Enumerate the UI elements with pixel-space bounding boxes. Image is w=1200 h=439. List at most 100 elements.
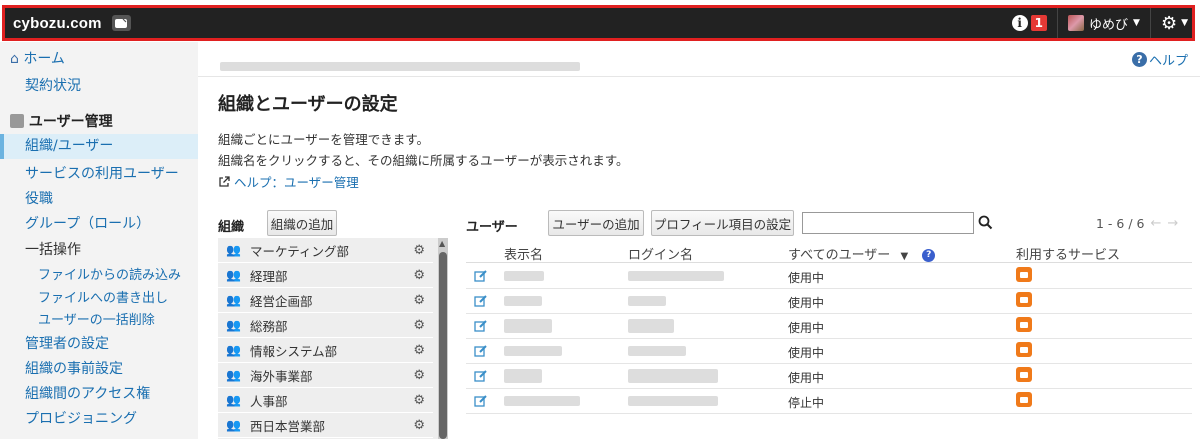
brand-logo[interactable]: cybozu.com <box>13 15 102 32</box>
sidebar-item-org-users[interactable]: 組織/ユーザー <box>0 134 198 159</box>
notification-badge[interactable]: 1 <box>1030 15 1047 31</box>
gear-icon[interactable]: ⚙ <box>413 393 425 408</box>
avatar[interactable] <box>1068 15 1084 31</box>
search-input[interactable] <box>802 212 974 234</box>
org-row[interactable]: 👥 経営企画部 ⚙ <box>218 288 433 313</box>
org-row[interactable]: 👥 西日本営業部 ⚙ <box>218 413 433 438</box>
edit-icon[interactable] <box>474 269 488 283</box>
sidebar-item-import[interactable]: ファイルからの読み込み <box>0 264 198 283</box>
description-line-2: 組織名をクリックすると、その組織に所属するユーザーが表示されます。 <box>218 153 629 168</box>
org-list: 👥 マーケティング部 ⚙ 👥 経理部 ⚙ 👥 経営企画部 ⚙ 👥 総務部 ⚙ 👥 情報システム部 ⚙… <box>218 238 448 439</box>
user-status: 使用中 <box>788 346 825 360</box>
prev-page-icon[interactable]: ← <box>1150 216 1161 231</box>
sidebar-item-roles[interactable]: 役職 <box>0 188 198 208</box>
service-icon <box>1016 342 1032 357</box>
org-row[interactable]: 👥 マーケティング部 ⚙ <box>218 238 433 263</box>
user-menu-name[interactable]: ゆめび <box>1089 14 1128 33</box>
gear-icon[interactable]: ⚙ <box>413 368 425 383</box>
sidebar-item-contract[interactable]: 契約状況 <box>0 75 198 95</box>
gear-icon[interactable]: ⚙ <box>1161 13 1177 34</box>
divider <box>1149 8 1151 38</box>
edit-icon[interactable] <box>474 319 488 333</box>
table-row[interactable]: 停止中 <box>466 389 1192 414</box>
org-row[interactable]: 👥 人事部 ⚙ <box>218 388 433 413</box>
org-row[interactable]: 👥 情報システム部 ⚙ <box>218 338 433 363</box>
user-status: 使用中 <box>788 271 825 285</box>
sidebar-item-label: ホーム <box>23 51 65 67</box>
gear-icon[interactable]: ⚙ <box>413 243 425 258</box>
scrollbar-thumb[interactable] <box>439 252 447 439</box>
search-icon[interactable] <box>978 215 993 230</box>
gear-icon[interactable]: ⚙ <box>413 418 425 433</box>
section-title: ユーザー管理 <box>28 114 113 130</box>
users-icon: 👥 <box>226 293 241 307</box>
next-page-icon[interactable]: → <box>1167 216 1178 231</box>
user-status: 使用中 <box>788 371 825 385</box>
org-name[interactable]: 海外事業部 <box>250 366 313 385</box>
sidebar-item-org-presets[interactable]: 組織の事前設定 <box>0 358 198 378</box>
sidebar-item-home[interactable]: ⌂ ホーム <box>10 48 208 68</box>
sidebar-item-groups[interactable]: グループ（ロール） <box>0 213 198 233</box>
gear-icon[interactable]: ⚙ <box>413 343 425 358</box>
org-row[interactable]: 👥 海外事業部 ⚙ <box>218 363 433 388</box>
org-list-scrollbar[interactable] <box>438 238 448 439</box>
sidebar-item-admins[interactable]: 管理者の設定 <box>0 333 198 353</box>
sidebar: ⌂ ホーム 契約状況 ユーザー管理 組織/ユーザー サービスの利用ユーザー 役職… <box>0 42 198 439</box>
filter-label: すべてのユーザー <box>788 248 891 263</box>
column-header-login-name[interactable]: ログイン名 <box>628 244 693 263</box>
users-icon: 👥 <box>226 393 241 407</box>
app-menu-icon[interactable] <box>111 15 131 31</box>
profile-settings-button[interactable]: プロフィール項目の設定 <box>651 210 794 236</box>
user-status: 使用中 <box>788 321 825 335</box>
chevron-down-icon[interactable]: ▼ <box>1181 18 1188 28</box>
user-section-label: ユーザー <box>466 220 518 235</box>
chevron-down-icon[interactable]: ▼ <box>1133 18 1140 28</box>
chevron-down-icon: ▼ <box>900 251 909 262</box>
table-row[interactable]: 使用中 <box>466 339 1192 364</box>
divider <box>466 262 1192 263</box>
help-link[interactable]: ? ヘルプ <box>1131 50 1188 69</box>
description-line-1: 組織ごとにユーザーを管理できます。 <box>218 132 430 147</box>
org-name[interactable]: 情報システム部 <box>250 341 337 360</box>
org-row[interactable]: 👥 総務部 ⚙ <box>218 313 433 338</box>
top-header: cybozu.com i 1 ゆめび ▼ ⚙ ▼ <box>2 5 1195 41</box>
sidebar-item-provisioning[interactable]: プロビジョニング <box>0 408 198 428</box>
table-row[interactable]: 使用中 <box>466 364 1192 389</box>
sidebar-item-bulk: 一括操作 <box>25 242 81 258</box>
org-row[interactable]: 👥 経理部 ⚙ <box>218 263 433 288</box>
users-icon: 👥 <box>226 268 241 282</box>
edit-icon[interactable] <box>474 369 488 383</box>
add-org-button[interactable]: 組織の追加 <box>267 210 337 236</box>
service-icon <box>1016 367 1032 382</box>
edit-icon[interactable] <box>474 394 488 408</box>
edit-icon[interactable] <box>474 294 488 308</box>
org-name[interactable]: 経営企画部 <box>250 291 313 310</box>
info-icon[interactable]: i <box>1011 15 1028 31</box>
org-name[interactable]: 経理部 <box>250 266 288 285</box>
gear-icon[interactable]: ⚙ <box>413 268 425 283</box>
sidebar-item-export[interactable]: ファイルへの書き出し <box>0 287 198 306</box>
external-link-icon <box>219 176 230 187</box>
org-name[interactable]: 総務部 <box>250 316 288 335</box>
user-filter-dropdown[interactable]: すべてのユーザー ▼ ? <box>788 244 937 263</box>
table-row[interactable]: 使用中 <box>466 314 1192 339</box>
help-icon[interactable]: ? <box>922 248 936 262</box>
edit-icon[interactable] <box>474 344 488 358</box>
gear-icon[interactable]: ⚙ <box>413 318 425 333</box>
sidebar-item-access[interactable]: 組織間のアクセス権 <box>0 383 198 403</box>
scroll-up-icon[interactable]: ▲ <box>439 239 445 248</box>
add-user-button[interactable]: ユーザーの追加 <box>548 210 644 236</box>
table-row[interactable]: 使用中 <box>466 289 1192 314</box>
org-name[interactable]: マーケティング部 <box>250 241 349 260</box>
org-name[interactable]: 人事部 <box>250 391 288 410</box>
table-row[interactable]: 使用中 <box>466 264 1192 289</box>
sidebar-item-bulk-delete[interactable]: ユーザーの一括削除 <box>0 309 198 328</box>
org-name[interactable]: 西日本営業部 <box>250 416 325 435</box>
gear-icon[interactable]: ⚙ <box>413 293 425 308</box>
users-icon: 👥 <box>226 418 241 432</box>
column-header-display-name[interactable]: 表示名 <box>504 244 543 263</box>
service-icon <box>1016 317 1032 332</box>
user-management-help-link[interactable]: ヘルプ：ユーザー管理 <box>218 172 359 191</box>
sidebar-item-service-users[interactable]: サービスの利用ユーザー <box>0 163 198 183</box>
service-icon <box>1016 267 1032 282</box>
